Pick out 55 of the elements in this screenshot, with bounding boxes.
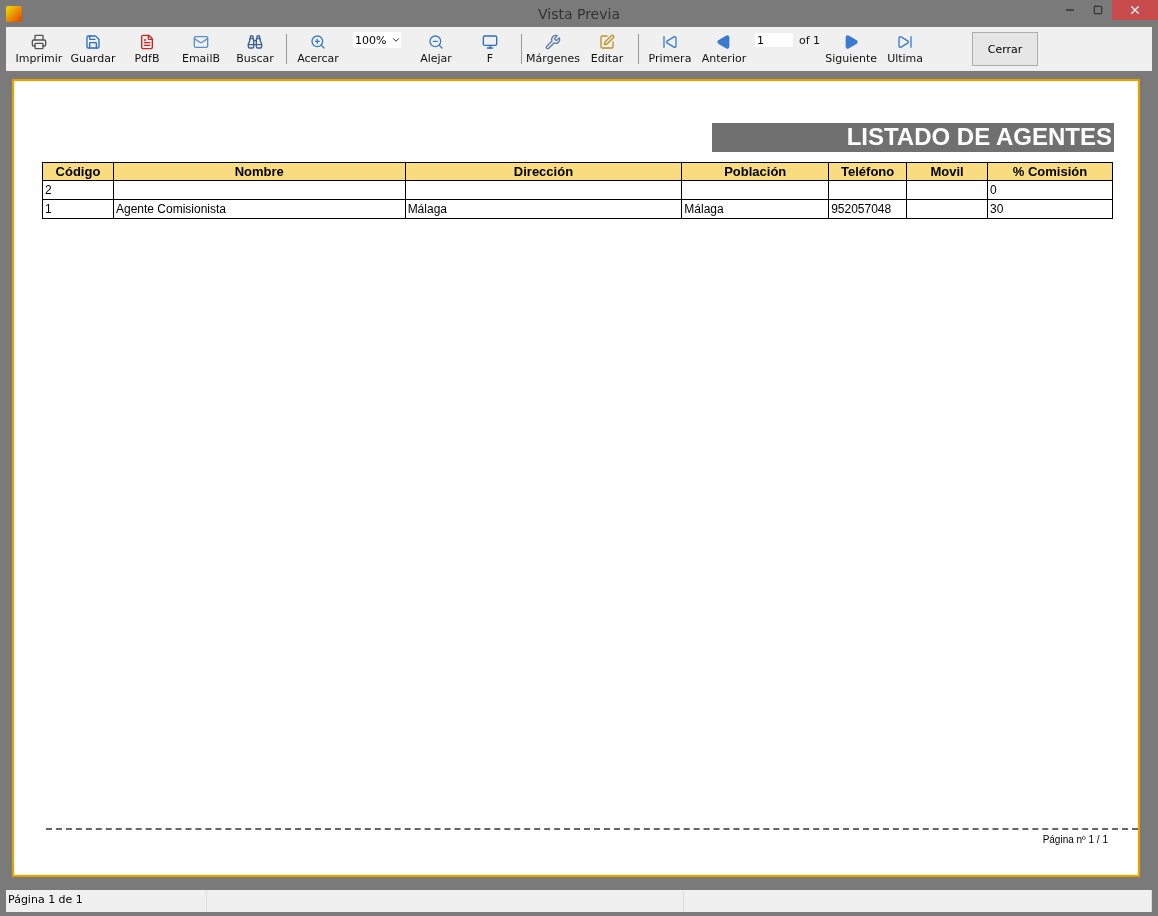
column-header: Nombre <box>113 162 406 181</box>
status-text: Página 1 de 1 <box>6 890 207 912</box>
skip-forward-icon <box>897 33 914 50</box>
toolbar-button[interactable]: Primera <box>643 33 697 65</box>
triangle-left-icon <box>716 33 732 50</box>
toolbar-button[interactable]: Ultima <box>878 33 933 65</box>
close-icon <box>1128 3 1142 17</box>
toolbar-button[interactable]: Alejar <box>409 33 463 65</box>
column-header: Población <box>681 162 829 181</box>
page-number: Página nº 1 / 1 <box>1042 834 1108 845</box>
toolbar-button[interactable]: Márgenes <box>526 33 580 65</box>
maximize-icon <box>1093 5 1103 15</box>
triangle-right-icon <box>843 33 860 50</box>
monitor-icon <box>482 33 498 50</box>
wrench-icon <box>545 33 561 50</box>
toolbar-button[interactable]: F <box>463 33 517 65</box>
table-cell: Málaga <box>681 199 829 219</box>
table-cell: Agente Comisionista <box>113 199 406 219</box>
toolbar-button[interactable]: Guardar <box>66 33 120 65</box>
window-title: Vista Previa <box>538 5 620 22</box>
column-header: Movil <box>906 162 988 181</box>
table-cell: 0 <box>987 180 1113 200</box>
skip-back-icon <box>662 33 678 50</box>
close-button[interactable] <box>1112 0 1158 20</box>
dropdown-caret-icon <box>391 35 401 45</box>
column-header: % Comisión <box>987 162 1113 181</box>
table-cell: 30 <box>987 199 1113 219</box>
zoom-in-icon <box>310 33 326 50</box>
column-header: Código <box>42 162 114 181</box>
table-cell: 2 <box>42 180 114 200</box>
toolbar-button[interactable]: Imprimir <box>12 33 66 65</box>
column-header: Teléfono <box>828 162 907 181</box>
page-total: of 1 <box>799 33 821 47</box>
page-input[interactable]: 1 <box>755 33 793 47</box>
document-icon <box>139 33 155 50</box>
table-cell: Málaga <box>405 199 682 219</box>
pencil-icon <box>599 33 615 50</box>
column-header: Dirección <box>405 162 682 181</box>
printer-icon <box>31 33 47 50</box>
report-title: LISTADO DE AGENTES <box>712 123 1114 152</box>
toolbar-button[interactable]: EmailB <box>174 33 228 65</box>
envelope-icon <box>193 33 209 50</box>
toolbar-button[interactable]: PdfB <box>120 33 174 65</box>
zoom-out-icon <box>428 33 444 50</box>
table-cell: 952057048 <box>828 199 907 219</box>
toolbar-button[interactable]: Siguiente <box>824 33 879 65</box>
table-cell: 1 <box>42 199 114 219</box>
toolbar-button[interactable]: Acercar <box>291 33 345 65</box>
close-preview-button[interactable]: Cerrar <box>972 32 1039 66</box>
zoom-dropdown[interactable]: 100% <box>353 32 401 48</box>
toolbar-button[interactable]: Editar <box>580 33 634 65</box>
toolbar-button[interactable]: Buscar <box>228 33 282 65</box>
binoculars-icon <box>247 33 263 50</box>
toolbar-button[interactable]: Anterior <box>697 33 751 65</box>
app-logo-icon <box>6 5 22 22</box>
